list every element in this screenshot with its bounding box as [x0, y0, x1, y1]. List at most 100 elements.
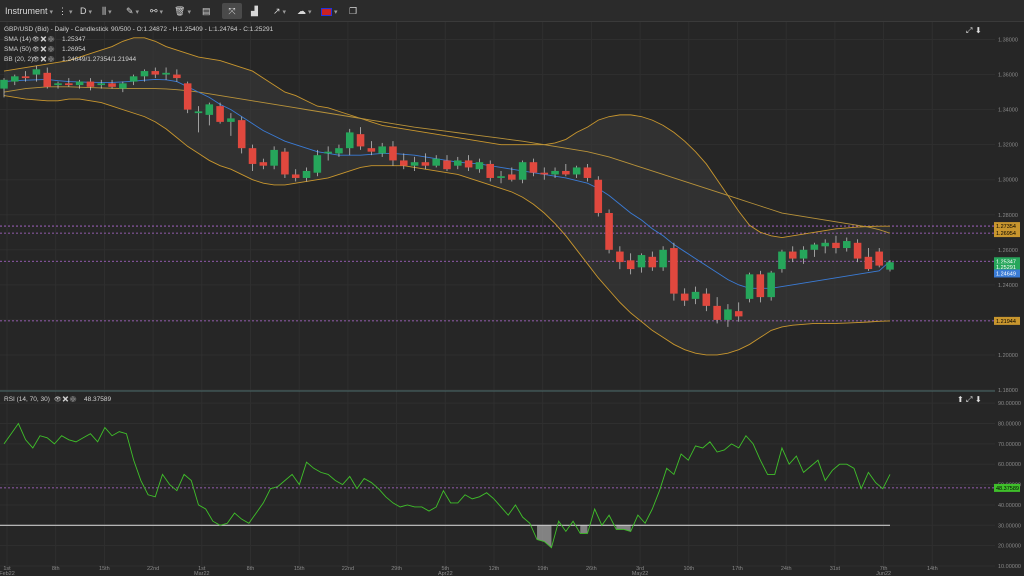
date-axis-month: May22: [632, 571, 649, 576]
candle-body: [32, 69, 41, 75]
sma14-label: SMA (14): [4, 36, 31, 43]
candle-body: [227, 118, 235, 122]
date-axis-label: 15th: [99, 566, 110, 572]
rsi-axis-label: 70.00000: [998, 442, 1021, 448]
copy-icon: ❐: [349, 6, 358, 16]
chevron-down-icon: ▾: [108, 9, 112, 16]
chevron-down-icon: ▾: [159, 9, 164, 16]
rsi-axis-label: 60.00000: [998, 462, 1021, 468]
rsi-tag: 48.37589: [996, 486, 1019, 492]
copy-button[interactable]: ❐: [349, 3, 357, 19]
instrument-settings-button[interactable]: ⋮ ▾: [58, 3, 73, 19]
layout-button[interactable]: ▤: [202, 3, 211, 19]
candle-body: [237, 120, 246, 149]
date-axis-label: 15th: [294, 566, 305, 572]
candle-body: [832, 242, 840, 249]
date-axis-label: 22nd: [342, 566, 354, 572]
candle-body: [194, 111, 203, 114]
candle-body: [270, 149, 278, 166]
candle-body: [119, 83, 127, 89]
date-axis-label: 29th: [391, 566, 402, 572]
candle-body: [259, 162, 268, 166]
price-tag-bb_mid: 1.24649: [996, 271, 1016, 277]
candle-body: [151, 71, 160, 75]
eye-icon[interactable]: 👁✖⚙: [32, 36, 55, 43]
candle-body: [648, 256, 657, 268]
toolbar: Instrument ▾ ⋮ ▾ D ▾ ⫼ ▾ ✎ ▾ ⚯ ▾ 🗑 ▾ ▤ ⤧ ▟ ↗ ▾ ☁…: [0, 0, 1024, 22]
price-tag-bb_lower: 1.21944: [996, 319, 1016, 325]
trash-icon: 🗑: [174, 6, 186, 16]
price-axis-label: 1.26000: [998, 248, 1018, 254]
candle-body: [281, 151, 289, 175]
timeframe-menu[interactable]: D ▾: [80, 3, 92, 19]
rsi-oversold-fill: [580, 525, 588, 534]
candle-body: [345, 132, 354, 149]
candle-body: [734, 311, 743, 317]
crosshair-button[interactable]: ⤧: [222, 3, 242, 19]
chart-area[interactable]: 1.38000 1.36000 1.34000 1.32000 1.30000 1.280…: [0, 22, 1024, 576]
candle-body: [0, 79, 8, 89]
eye-icon[interactable]: 👁✖⚙: [54, 396, 77, 403]
candle-body: [626, 260, 635, 270]
price-axis-label: 1.24000: [998, 283, 1018, 289]
move-down-icon[interactable]: ⬇: [975, 395, 982, 404]
candle-body: [454, 160, 462, 166]
candle-body: [583, 167, 592, 178]
eye-icon[interactable]: 👁✖⚙: [32, 56, 55, 63]
candle-body: [162, 72, 170, 75]
delete-button[interactable]: 🗑 ▾: [174, 3, 191, 19]
language-button[interactable]: ▾: [321, 3, 338, 19]
candle-body: [335, 148, 343, 154]
instrument-menu[interactable]: Instrument ▾: [5, 3, 53, 19]
bar-chart-button[interactable]: ▟: [251, 3, 258, 19]
candle-body: [497, 176, 505, 178]
candlestick-icon: ⫼: [102, 6, 107, 16]
indicators-button[interactable]: ⚯ ▾: [150, 3, 163, 19]
candle-body: [853, 242, 862, 259]
expand-icon[interactable]: ⤢: [965, 26, 972, 35]
drawing-tools-button[interactable]: ✎ ▾: [126, 3, 139, 19]
appearance-button[interactable]: ☁ ▾: [297, 3, 312, 19]
rsi-value: 48.37589: [84, 396, 111, 403]
rsi-axis-label: 80.00000: [998, 422, 1021, 428]
candle-body: [86, 81, 95, 87]
rsi-axis-label: 20.00000: [998, 544, 1021, 550]
date-axis-label: 8th: [52, 566, 60, 572]
chevron-down-icon: ▾: [187, 9, 191, 16]
candle-body: [399, 160, 408, 166]
candle-body: [540, 172, 549, 175]
candle-body: [389, 146, 397, 161]
move-down-icon[interactable]: ⬇: [975, 26, 982, 35]
eye-icon[interactable]: 👁✖⚙: [32, 46, 55, 53]
chevron-down-icon: ▾: [49, 9, 54, 16]
date-axis-label: 26th: [586, 566, 597, 572]
candle-body: [11, 76, 19, 82]
candle-body: [75, 81, 84, 86]
ohlc-readout: 90/500 - O:1.24872 - H:1.25409 - L:1.247…: [111, 26, 274, 33]
candle-body: [313, 155, 322, 173]
bb-value: 1.24649/1.27354/1.21944: [62, 56, 136, 63]
pencil-icon: ✎: [126, 6, 134, 16]
price-axis-label: 1.20000: [998, 353, 1018, 359]
candle-body: [724, 309, 732, 320]
candle-body: [594, 179, 603, 214]
move-up-icon[interactable]: ⬆: [957, 395, 964, 404]
candle-body: [637, 255, 646, 268]
candle-body: [216, 106, 224, 122]
expand-icon[interactable]: ⤢: [965, 395, 972, 404]
candle-body: [605, 213, 613, 250]
candle-body: [572, 167, 581, 175]
rsi-axis-label: 90.00000: [998, 401, 1021, 407]
date-axis-label: 12th: [489, 566, 500, 572]
candle-body: [475, 162, 484, 170]
candle-body: [65, 83, 73, 86]
rsi-axis: 90.0000080.0000070.0000060.0000050.00000…: [994, 401, 1021, 570]
sma14-value: 1.25347: [62, 36, 86, 43]
candle-body: [842, 241, 851, 249]
rsi-label: RSI (14, 70, 30): [4, 396, 50, 403]
chart-type-button[interactable]: ⫼ ▾: [102, 3, 112, 19]
chevron-down-icon: ▾: [69, 9, 73, 16]
sma50-label: SMA (50): [4, 46, 31, 53]
share-button[interactable]: ↗ ▾: [273, 3, 286, 19]
candle-body: [432, 158, 440, 166]
